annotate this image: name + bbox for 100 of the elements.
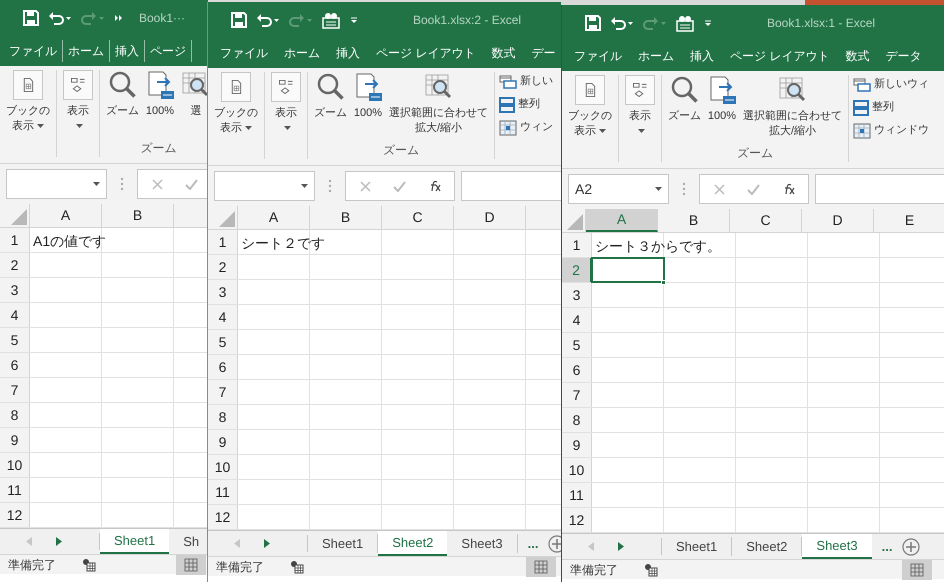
row-header[interactable]: 6 <box>0 353 30 377</box>
row-header[interactable]: 1 <box>208 230 238 254</box>
row-header[interactable]: 1 <box>562 233 592 257</box>
column-header[interactable]: A <box>586 209 658 232</box>
column-header[interactable]: B <box>310 206 382 229</box>
row-header[interactable]: 5 <box>562 333 592 357</box>
ribbon-item[interactable]: 新しい <box>499 72 553 91</box>
ribbon-button[interactable]: 選択範囲に合わせて 拡大/縮小 <box>387 72 490 141</box>
row-header[interactable]: 12 <box>208 505 238 529</box>
ribbon-button[interactable]: ズーム <box>104 70 141 139</box>
column-header[interactable]: B <box>658 209 730 232</box>
column-header[interactable]: C <box>382 206 454 229</box>
window-title: Book1··· <box>139 10 186 27</box>
row-header[interactable]: 9 <box>562 433 592 457</box>
row-header[interactable]: 8 <box>0 403 30 427</box>
ribbon-item[interactable]: 新しいウィ <box>853 75 929 94</box>
row-header[interactable]: 12 <box>0 503 30 527</box>
more-sheets[interactable]: ... <box>872 534 902 559</box>
ribbon-item[interactable]: ウィンドウ <box>853 121 929 140</box>
row-header[interactable]: 11 <box>208 480 238 504</box>
ribbon-button[interactable]: 表示 <box>269 72 303 159</box>
ribbon-tab[interactable]: ページ <box>145 40 192 62</box>
ribbon-tab[interactable]: 挿入 <box>328 42 368 64</box>
ribbon-tab[interactable]: ホーム <box>276 42 328 64</box>
ribbon-button[interactable]: ブックの 表示 <box>212 72 260 159</box>
ribbon-button[interactable]: 選択範囲に合わせて 拡大/縮小 <box>741 75 844 144</box>
ribbon-button[interactable]: 100% <box>705 75 739 144</box>
cell-text: シート２です <box>241 234 325 253</box>
ribbon-button[interactable]: ブックの 表示 <box>4 70 52 157</box>
name-box[interactable]: A2 <box>568 174 669 204</box>
row-header[interactable]: 7 <box>208 380 238 404</box>
ribbon-button[interactable]: ズーム <box>312 72 349 141</box>
row-header[interactable]: 4 <box>208 305 238 329</box>
cell-text: A1の値です <box>33 232 106 251</box>
ribbon-tab[interactable]: ホーム <box>63 40 110 62</box>
row-header[interactable]: 7 <box>0 378 30 402</box>
ribbon-button[interactable]: ズーム <box>666 75 703 144</box>
sheet-tab[interactable]: Sheet1 <box>100 529 170 554</box>
row-header[interactable]: 7 <box>562 383 592 407</box>
column-header[interactable]: E <box>874 209 944 232</box>
column-header[interactable]: D <box>454 206 526 229</box>
row-header[interactable]: 6 <box>562 358 592 382</box>
column-header[interactable]: A <box>238 206 310 229</box>
ribbon-button[interactable]: 100% <box>143 70 177 139</box>
row-header[interactable]: 1 <box>0 228 30 252</box>
row-header[interactable]: 9 <box>0 428 30 452</box>
sheet-tab[interactable]: Sheet1 <box>662 537 732 556</box>
column-header[interactable]: B <box>102 204 174 227</box>
ribbon-tab[interactable]: ファイル <box>212 42 276 64</box>
row-header[interactable]: 10 <box>208 455 238 479</box>
row-header[interactable]: 3 <box>208 280 238 304</box>
ribbon-tab[interactable]: 数式 <box>837 45 878 67</box>
sheet-tab[interactable]: Sheet3 <box>447 534 518 553</box>
ribbon-tab[interactable]: ファイル <box>566 45 630 67</box>
status-text: 準備完了 <box>570 562 618 578</box>
row-header[interactable]: 10 <box>562 458 592 482</box>
column-header[interactable]: D <box>802 209 874 232</box>
row-header[interactable]: 8 <box>208 405 238 429</box>
ribbon-item[interactable]: 整列 <box>499 95 553 114</box>
ribbon-tab[interactable]: データ <box>877 45 930 67</box>
ribbon-button[interactable]: 100% <box>351 72 385 141</box>
row-header[interactable]: 2 <box>562 258 592 282</box>
row-header[interactable]: 5 <box>0 328 30 352</box>
ribbon-tab[interactable]: ファイル <box>4 40 63 62</box>
ribbon-tab[interactable]: 挿入 <box>682 45 722 67</box>
row-header[interactable]: 11 <box>0 478 30 502</box>
row-header[interactable]: 5 <box>208 330 238 354</box>
row-header[interactable]: 9 <box>208 430 238 454</box>
row-header[interactable]: 3 <box>562 283 592 307</box>
ribbon-tab[interactable]: 数式 <box>483 42 524 64</box>
column-header[interactable]: C <box>730 209 802 232</box>
group-label: ズーム <box>382 142 420 159</box>
ribbon-tab[interactable]: ページ レイアウト <box>722 45 838 67</box>
ribbon-button[interactable]: 表示 <box>61 70 95 157</box>
sheet-tab[interactable]: Sheet2 <box>378 531 448 556</box>
row-header[interactable]: 8 <box>562 408 592 432</box>
group-label: ズーム <box>140 140 178 157</box>
ribbon-tab[interactable]: デー <box>523 42 561 64</box>
sheet-tab[interactable]: Sheet3 <box>802 534 872 559</box>
cell-text: シート３からです。 <box>595 237 721 256</box>
ribbon-item[interactable]: ウィン <box>499 118 553 137</box>
ribbon-button[interactable]: ブックの 表示 <box>566 75 614 162</box>
ribbon-tab[interactable]: 挿入 <box>110 40 145 62</box>
row-header[interactable]: 4 <box>562 308 592 332</box>
ribbon-tab[interactable]: ホーム <box>630 45 682 67</box>
column-header[interactable]: A <box>30 204 102 227</box>
row-header[interactable]: 11 <box>562 483 592 507</box>
ribbon-button[interactable]: 選 <box>179 70 208 139</box>
row-header[interactable]: 6 <box>208 355 238 379</box>
row-header[interactable]: 10 <box>0 453 30 477</box>
row-header[interactable]: 12 <box>562 508 592 532</box>
row-header[interactable]: 4 <box>0 303 30 327</box>
row-header[interactable]: 2 <box>208 255 238 279</box>
more-sheets[interactable]: ... <box>518 531 548 556</box>
row-header[interactable]: 3 <box>0 278 30 302</box>
window-title: Book1.xlsx:2 - Excel <box>413 12 522 29</box>
ribbon-item[interactable]: 整列 <box>853 98 929 117</box>
row-header[interactable]: 2 <box>0 253 30 277</box>
ribbon-tab[interactable]: ページ レイアウト <box>368 42 484 64</box>
ribbon-button[interactable]: 表示 <box>623 75 657 162</box>
